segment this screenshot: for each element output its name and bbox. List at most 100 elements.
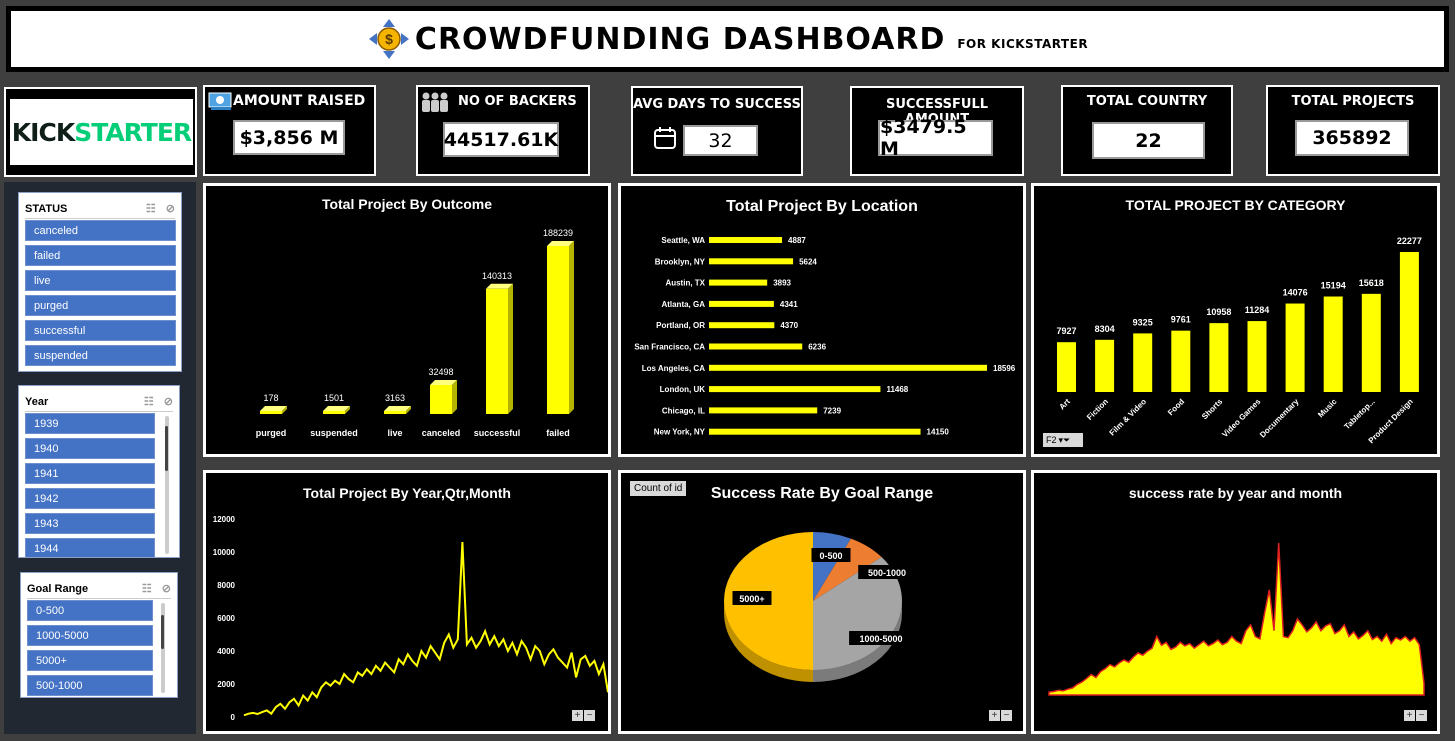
category-label: Atlanta, GA [661,300,705,309]
category-label: Fiction [1085,397,1110,422]
y-tick-label: 2000 [217,680,235,689]
status-item-live[interactable]: live [25,270,176,291]
expand-collapse-buttons: + − [989,710,1012,721]
kpi-title: AVG DAYS TO SUCCESS [633,97,801,112]
data-label: 5000+ [739,594,764,604]
data-label: 32498 [428,367,453,377]
data-label: 7239 [823,406,841,415]
goal-slicer-scroll-thumb[interactable] [161,615,164,649]
field-filter-button[interactable]: F2 ▾⏷ [1043,433,1083,447]
collapse-button[interactable]: − [1416,710,1427,721]
goal-range-pie-panel: Success Rate By Goal Range Count of id 0… [618,470,1026,734]
expand-collapse-buttons: + − [1404,710,1427,721]
kpi-value: 32 [683,125,758,156]
year-item[interactable]: 1940 [25,438,155,459]
status-slicer: STATUS ☷ ⊘ canceled failed live purged su… [18,192,182,372]
kickstarter-logo-box: KICK STARTER [4,87,197,177]
location-chart-panel: Total Project By Location Seattle, WA 488… [618,183,1026,457]
category-label: purged [256,428,287,438]
status-item-suspended[interactable]: suspended [25,345,176,366]
kpi-value: 44517.61K [443,122,559,157]
kpi-title: TOTAL COUNTRY [1086,94,1208,109]
category-bar-chart: 7927 Art 8304 Fiction 9325 Film & Video 9761 Fo… [1056,236,1421,445]
goal-item[interactable]: 500-1000 [27,675,153,696]
year-line-chart: 0 2000 4000 6000 8000 10000 12000 [213,515,608,722]
multi-select-icon[interactable]: ☷ [146,202,156,215]
bar [547,246,569,414]
bar [709,428,921,435]
year-item[interactable]: 1941 [25,463,155,484]
collapse-button[interactable]: − [584,710,595,721]
kickstarter-logo: KICK STARTER [10,99,193,165]
bar [709,322,775,329]
category-label: Chicago, IL [662,406,705,415]
data-label: 4887 [788,236,806,245]
kpi-amount-raised: AMOUNT RAISED $3,856 M [203,85,376,176]
outcome-chart-panel: Total Project By Outcome 178 purged 1501 su… [203,183,611,457]
data-label: 500-1000 [868,568,906,578]
kpi-value: $3479.5 M [878,116,993,160]
status-item-failed[interactable]: failed [25,245,176,266]
goal-item[interactable]: 5000+ [27,650,153,671]
kpi-avg-days-to-success: AVG DAYS TO SUCCESS 32 [631,86,803,176]
category-label: Austin, TX [665,279,705,288]
category-label: Art [1057,397,1072,412]
dashboard-header: $ CROWDFUNDING DASHBOARD FOR KICKSTARTER [6,6,1449,72]
bar-side [508,283,513,414]
kpi-value: 22 [1092,122,1205,159]
clear-filter-icon[interactable]: ⊘ [166,202,175,215]
bar [384,411,406,414]
data-label: 4370 [780,321,798,330]
kpi-no-of-backers: NO OF BACKERS 44517.61K [416,85,590,176]
goal-range-slicer: Goal Range ☷ ⊘ 0-500 1000-5000 5000+ 500-… [20,572,178,698]
year-slicer-scroll-thumb[interactable] [165,426,168,471]
category-label: failed [546,428,570,438]
expand-button[interactable]: + [1404,710,1415,721]
y-tick-label: 8000 [217,581,235,590]
kpi-title: AMOUNT RAISED [233,93,366,109]
clear-filter-icon[interactable]: ⊘ [164,395,173,408]
year-item[interactable]: 1944 [25,538,155,557]
status-item-purged[interactable]: purged [25,295,176,316]
multi-select-icon[interactable]: ☷ [142,582,152,595]
data-label: 9325 [1133,317,1153,327]
location-bar-chart: Seattle, WA 4887 Brooklyn, NY 5624 Austin, T… [634,236,1016,437]
expand-button[interactable]: + [989,710,1000,721]
filter-icon: ▾⏷ [1058,434,1071,445]
year-slicer-title: Year [25,395,49,408]
goal-item[interactable]: 0-500 [27,600,153,621]
collapse-button[interactable]: − [1001,710,1012,721]
bar [486,288,508,414]
data-label: 9761 [1171,315,1191,325]
data-label: 18596 [993,364,1016,373]
multi-select-icon[interactable]: ☷ [144,395,154,408]
year-item[interactable]: 1939 [25,413,155,434]
category-label: suspended [310,428,358,438]
data-label: 10958 [1206,307,1231,317]
data-label: 140313 [482,271,512,281]
area-series [1048,542,1425,696]
goal-item[interactable]: 1000-5000 [27,625,153,646]
goal-range-pie-chart: 0-500 500-1000 1000-5000 5000+ [724,532,916,682]
year-item[interactable]: 1942 [25,488,155,509]
bar [1323,296,1343,392]
status-item-canceled[interactable]: canceled [25,220,176,241]
clear-filter-icon[interactable]: ⊘ [162,582,171,595]
status-item-successful[interactable]: successful [25,320,176,341]
bar [1133,333,1153,392]
people-icon [422,92,448,112]
expand-button[interactable]: + [572,710,583,721]
bar [1057,342,1076,392]
calendar-icon [654,127,676,149]
expand-collapse-buttons: + − [572,710,595,721]
category-label: Shorts [1200,397,1225,422]
y-tick-label: 0 [231,713,236,722]
bar [709,237,783,243]
bar [709,343,803,350]
year-item[interactable]: 1943 [25,513,155,534]
year-slicer: Year ☷ ⊘ 1939 1940 1941 1942 1943 1944 [18,385,180,558]
bar-side [452,379,457,414]
data-label: 188239 [543,228,573,238]
data-label: 4341 [780,300,798,309]
category-label: London, UK [660,385,706,394]
